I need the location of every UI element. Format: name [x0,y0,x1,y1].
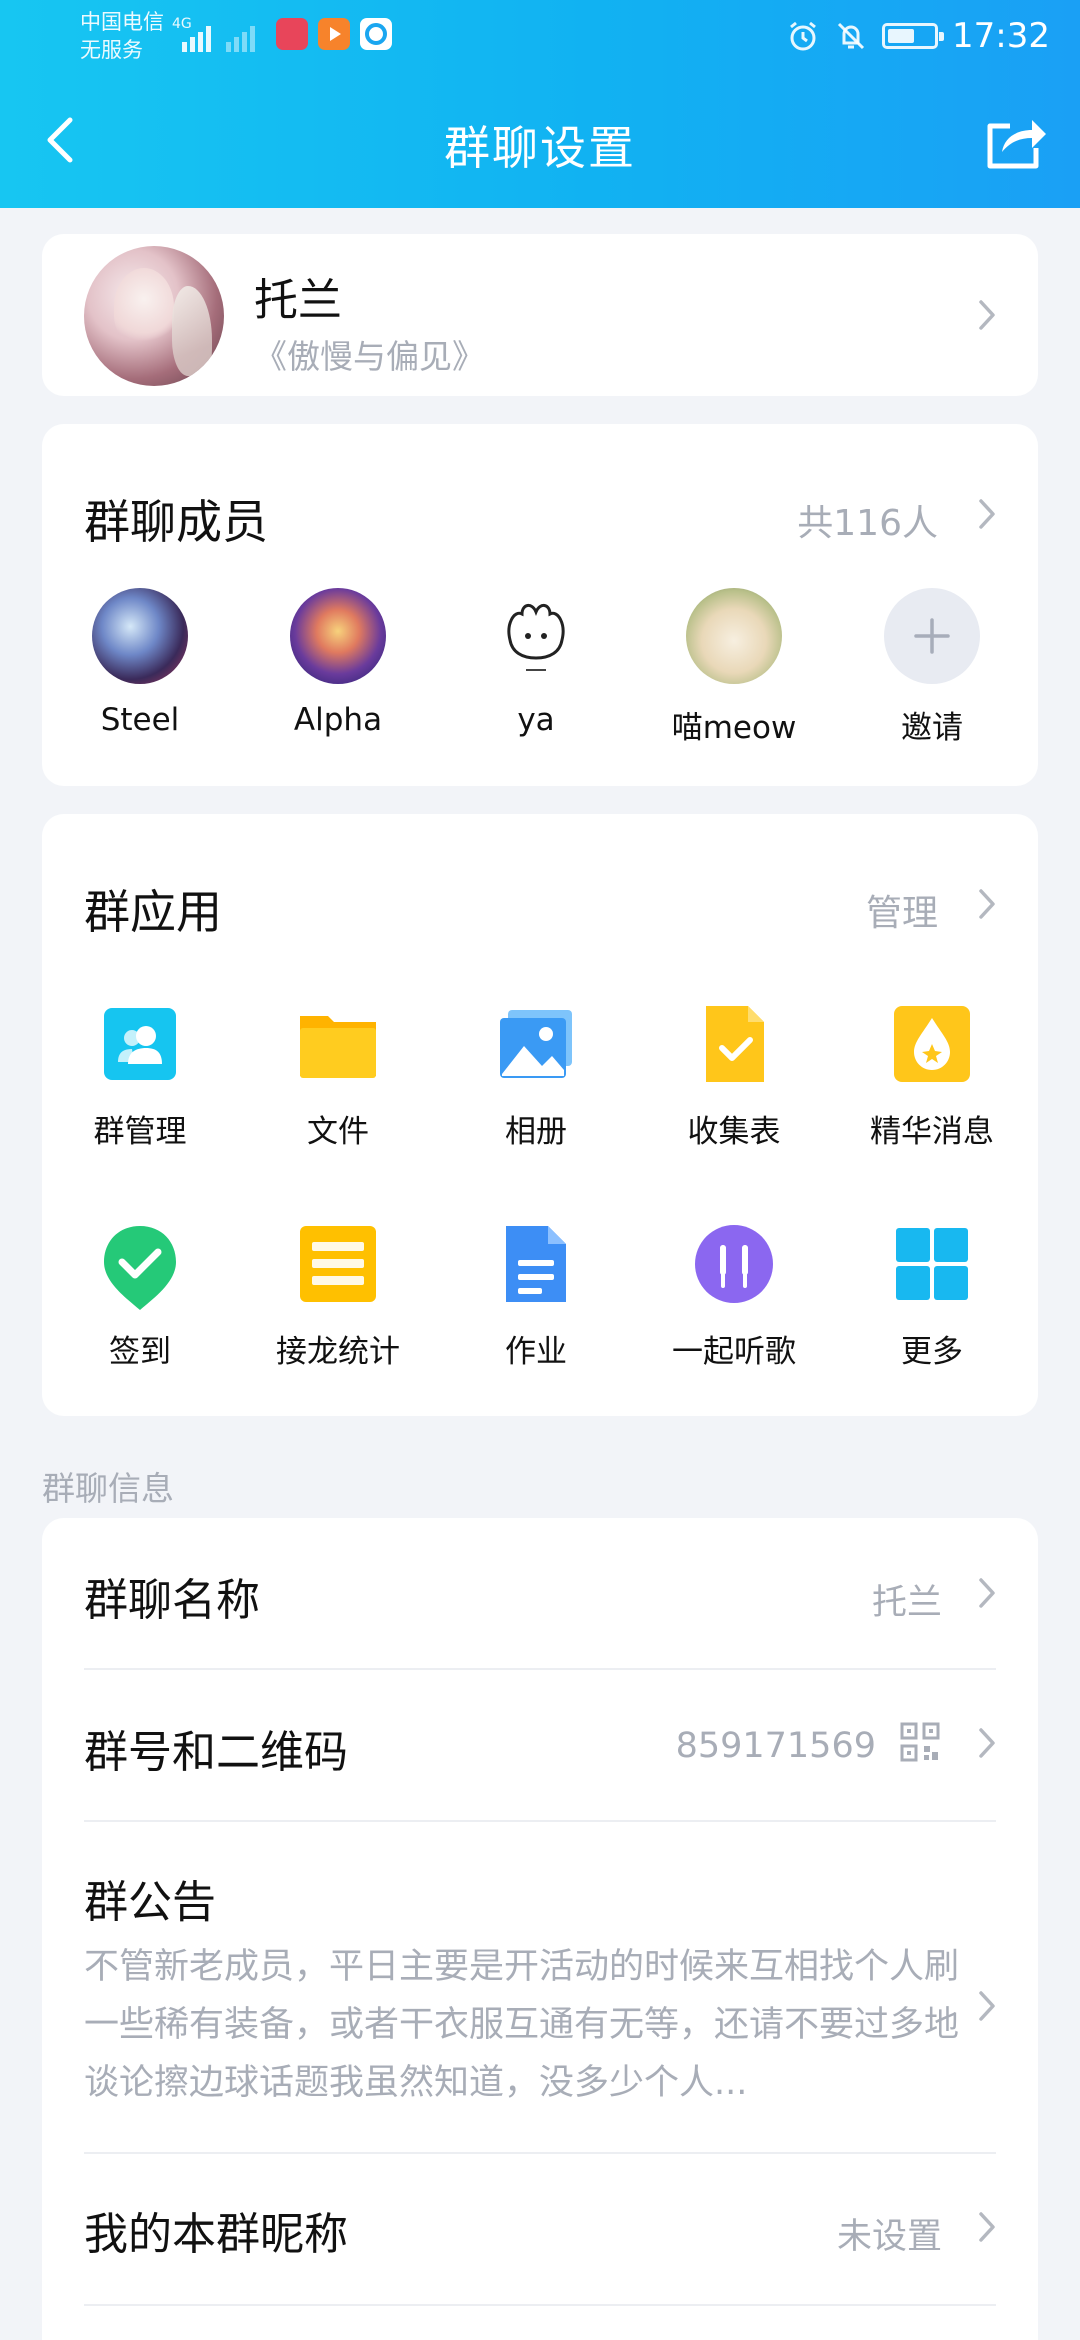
app-label: 作业 [505,1334,567,1370]
invite-label: 邀请 [901,710,963,746]
app-listen-together[interactable]: 一起听歌 [636,1224,832,1371]
member-item[interactable]: Steel [42,588,238,738]
group-avatar [84,246,224,386]
status-bar: 中国电信 无服务 4G 17:32 [0,0,1080,70]
app-label: 相册 [505,1114,567,1150]
member-avatar [488,588,584,684]
check-in-icon [100,1224,180,1310]
app-more[interactable]: 更多 [834,1224,1030,1371]
app-check-in[interactable]: 签到 [42,1224,238,1371]
app-album[interactable]: 相册 [438,1004,634,1151]
row-value: 托兰 [871,1583,942,1623]
chevron-right-icon [978,2211,996,2243]
qr-code-icon [900,1722,940,1762]
battery-fill [888,29,915,43]
app-label: 接龙统计 [276,1334,400,1370]
header: 中国电信 无服务 4G 17:32 群聊设置 [0,0,1080,208]
homework-icon [496,1224,576,1304]
status-time: 17:32 [952,16,1050,56]
divider [84,2304,996,2306]
group-description: 《傲慢与偏见》 [254,337,485,376]
member-item[interactable]: ya [438,588,634,738]
status-right: 17:32 [786,12,1050,60]
group-profile-card[interactable]: 托兰 《傲慢与偏见》 [42,234,1038,396]
member-avatar [92,588,188,684]
apps-title: 群应用 [84,885,222,939]
chevron-right-icon [978,1727,996,1759]
group-name-row[interactable]: 群聊名称 托兰 [42,1518,1038,1668]
group-id-value: 859171569 [675,1726,876,1766]
app-files[interactable]: 文件 [240,1004,436,1151]
carrier-info: 中国电信 无服务 [80,8,164,64]
listen-together-icon [694,1224,774,1304]
notice-text: 不管新老成员，平日主要是开活动的时候来互相找个人刷一些稀有装备，或者干衣服互通有… [84,1947,960,2103]
member-name: Alpha [293,702,383,738]
group-settings-screen: 中国电信 无服务 4G 17:32 群聊设置 托兰 《傲慢与偏见》 群聊成员 共… [0,0,1080,2340]
mute-icon [837,22,865,50]
member-count[interactable]: 共116人 [797,494,938,546]
member-avatar [686,588,782,684]
app-label: 文件 [307,1114,369,1150]
carrier-status: 无服务 [80,38,143,62]
group-info-card: 群聊名称 托兰 群号和二维码 859171569 群公告 不管新老成员，平日主要… [42,1518,1038,2340]
group-id-row[interactable]: 群号和二维码 859171569 [42,1670,1038,1820]
chevron-right-icon[interactable] [978,888,996,920]
folder-icon [298,1004,378,1084]
relay-stats-icon [298,1224,378,1304]
app-label: 精华消息 [870,1114,994,1150]
app-homework[interactable]: 作业 [438,1224,634,1371]
app-label: 签到 [109,1334,171,1370]
photo-album-icon [496,1004,576,1084]
app-essence[interactable]: 精华消息 [834,1004,1030,1151]
group-manage-icon [100,1004,180,1084]
members-title: 群聊成员 [84,495,268,549]
member-name: ya [517,702,555,738]
members-card: 群聊成员 共116人 Steel Alpha ya 喵meow 邀请 [42,424,1038,786]
share-icon [987,120,1046,169]
form-collect-icon [694,1004,774,1084]
battery-icon [882,23,945,49]
chevron-right-icon[interactable] [978,498,996,530]
group-name: 托兰 [254,275,342,326]
app-label: 群管理 [93,1114,187,1150]
carrier-name: 中国电信 [80,10,164,34]
huawei-app-icon [276,18,308,50]
group-apps-card: 群应用 管理 群管理 文件 相册 收集表 精华消息 签到 接龙统计 作业 一起听… [42,814,1038,1416]
app-label: 收集表 [687,1114,781,1150]
signal-icon [172,18,264,52]
group-notice-row[interactable]: 群公告 不管新老成员，平日主要是开活动的时候来互相找个人刷一些稀有装备，或者干衣… [42,1822,1038,2152]
browser-app-icon [360,18,392,50]
member-avatar [290,588,386,684]
app-collect-form[interactable]: 收集表 [636,1004,832,1151]
row-label: 我的本群昵称 [84,2209,348,2260]
invite-button[interactable]: 邀请 [834,588,1030,747]
page-title: 群聊设置 [444,121,636,175]
app-group-manage[interactable]: 群管理 [42,1004,238,1151]
essence-icon [892,1004,972,1084]
apps-manage[interactable]: 管理 [866,884,938,936]
video-app-icon [318,18,350,50]
app-relay-stats[interactable]: 接龙统计 [240,1224,436,1371]
chevron-right-icon [978,299,996,331]
more-grid-icon [892,1224,972,1304]
row-label: 群号和二维码 [84,1727,348,1778]
nickname-row[interactable]: 我的本群昵称 未设置 [42,2154,1038,2304]
member-item[interactable]: Alpha [240,588,436,738]
chevron-right-icon [978,1577,996,1609]
alarm-icon [790,21,816,51]
row-label: 群聊名称 [84,1575,260,1626]
member-item[interactable]: 喵meow [636,588,832,747]
plus-icon [884,588,980,684]
info-section-heading: 群聊信息 [42,1469,174,1508]
chevron-right-icon [978,1990,996,2022]
share-button[interactable] [980,108,1050,174]
member-name: Steel [100,702,180,738]
app-label: 一起听歌 [672,1334,796,1370]
row-value: 未设置 [836,2217,942,2257]
member-name: 喵meow [671,710,797,746]
app-label: 更多 [901,1334,963,1370]
row-label: 群公告 [84,1877,216,1928]
